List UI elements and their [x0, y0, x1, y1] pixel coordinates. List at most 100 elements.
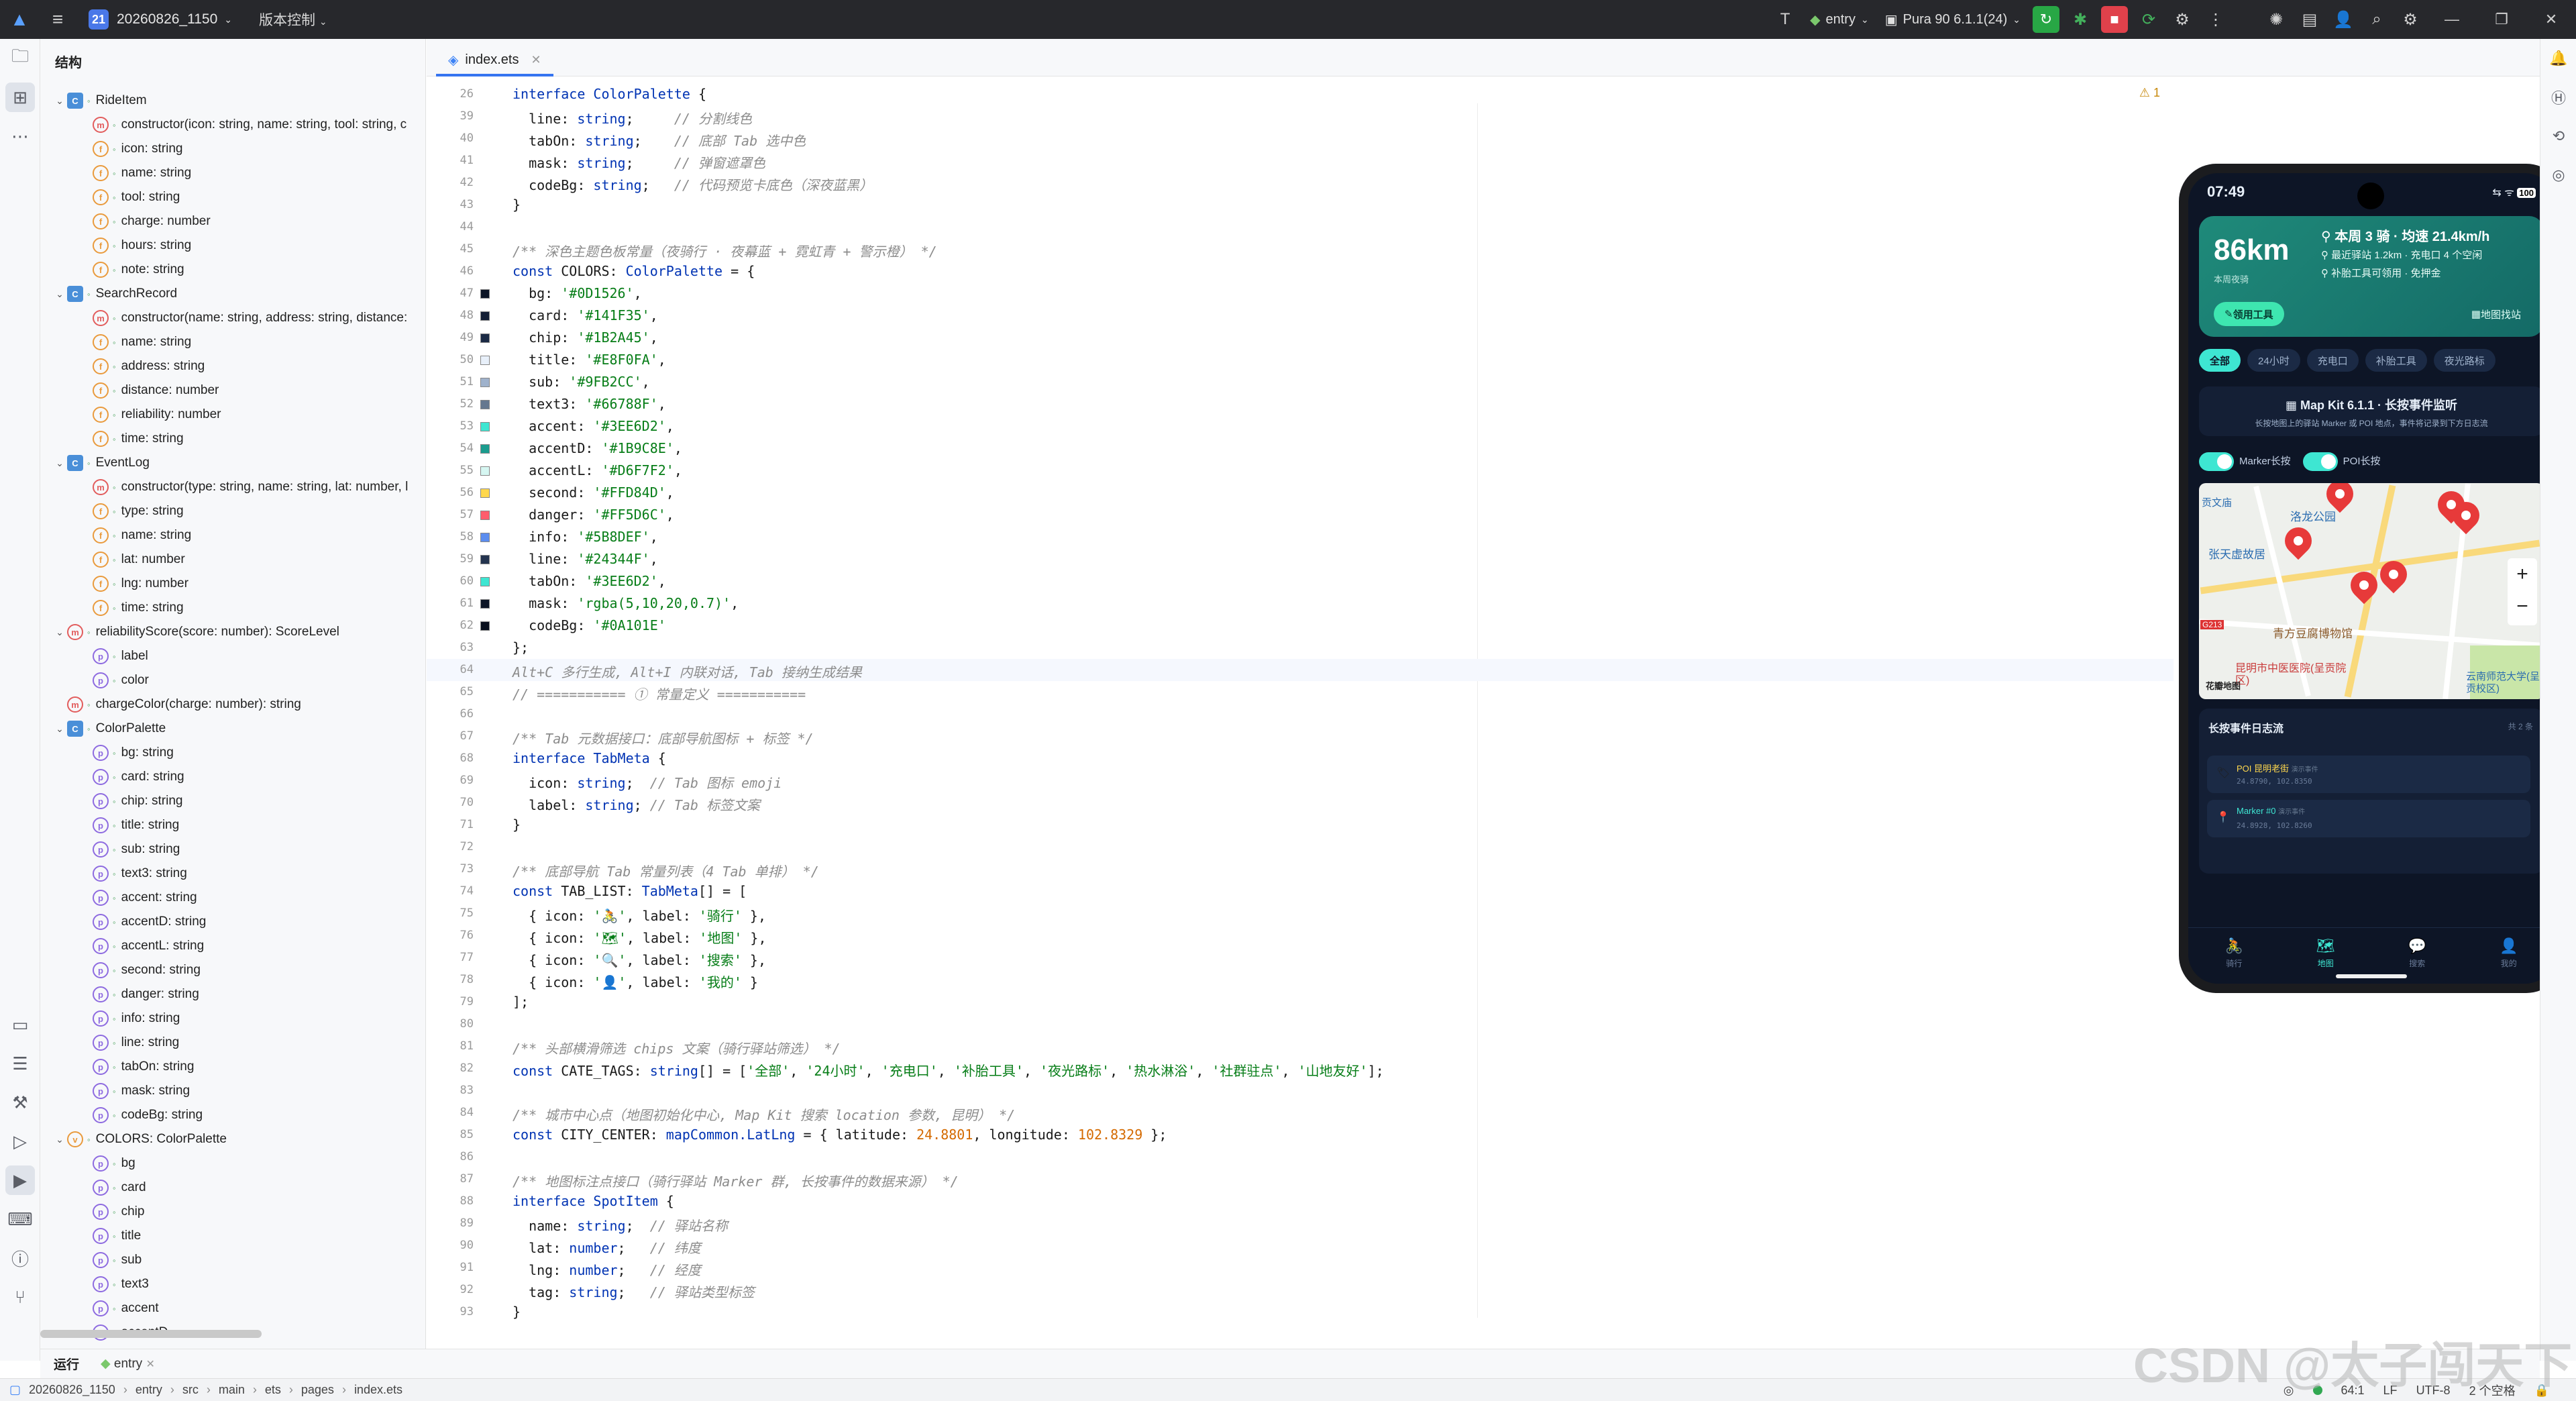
debug-icon[interactable]: ✱ [2063, 0, 2097, 39]
tree-item[interactable]: p ◦ title: string [40, 813, 416, 837]
color-swatch-icon[interactable] [480, 333, 490, 343]
breadcrumb-item[interactable]: main [219, 1383, 245, 1396]
tree-item[interactable]: m ◦ constructor(type: string, name: string… [40, 475, 416, 499]
color-swatch-icon[interactable] [480, 533, 490, 542]
tree-item[interactable]: f ◦ icon: string [40, 137, 416, 161]
tree-item[interactable]: p ◦ chip: string [40, 789, 416, 813]
color-swatch-icon[interactable] [480, 356, 490, 365]
rerun-icon[interactable]: ↻ [2033, 6, 2059, 33]
color-swatch-icon[interactable] [480, 488, 490, 498]
warning-indicator[interactable]: ⚠ 1 [2139, 86, 2160, 100]
device-selector[interactable]: ▣ Pura 90 6.1.1(24) ⌄ [1877, 6, 2029, 33]
problems-icon[interactable]: ☰ [0, 1044, 40, 1083]
borrow-tool-button[interactable]: ✎ 领用工具 [2214, 302, 2284, 326]
poi-longpress-toggle[interactable]: POI长按 [2302, 452, 2381, 471]
tree-item[interactable]: p ◦ mask: string [40, 1079, 416, 1103]
tree-item[interactable]: p ◦ accent: string [40, 886, 416, 910]
tree-item[interactable]: f ◦ charge: number [40, 209, 416, 234]
vcs-menu[interactable]: 版本控制 ⌄ [259, 9, 327, 30]
project-selector[interactable]: 21 20260826_1150 ⌄ [80, 6, 240, 33]
terminal-icon[interactable]: ⌨ [0, 1200, 40, 1239]
tree-item[interactable]: m ◦ constructor(icon: string, name: string… [40, 113, 416, 137]
tree-item[interactable]: ⌄ m ◦ reliabilityScore(score: number): Scor… [40, 620, 416, 644]
tree-item[interactable]: f ◦ address: string [40, 354, 416, 378]
ai-assistant-icon[interactable]: ✺ [2259, 0, 2293, 39]
color-swatch-icon[interactable] [480, 422, 490, 431]
code-editor[interactable]: ⚠ 1 26 interface ColorPalette {39 line: s… [427, 76, 2174, 1361]
tree-item[interactable]: p ◦ line: string [40, 1031, 416, 1055]
marker-longpress-toggle[interactable]: Marker长按 [2199, 452, 2291, 471]
account-icon[interactable]: 👤 [2326, 0, 2360, 39]
more-icon[interactable]: ⋮ [2199, 0, 2233, 39]
settings-gear-icon[interactable]: ⚙ [2394, 0, 2427, 39]
close-icon[interactable]: ✕ [146, 1359, 154, 1370]
map-view[interactable]: 洛龙公园 张天虚故居 青方豆腐博物馆 昆明市中医医院(呈贡院区) 云南师范大学(… [2199, 483, 2544, 699]
tree-item[interactable]: f ◦ note: string [40, 258, 416, 282]
device-sync-icon[interactable]: ⟲ [2540, 117, 2576, 156]
profiler-icon[interactable]: ⚙ [2165, 0, 2199, 39]
harmony-icon[interactable]: Ⓗ [2540, 78, 2576, 117]
chevron-down-icon[interactable]: ⌄ [52, 95, 67, 107]
color-swatch-icon[interactable] [480, 621, 490, 631]
run-active-icon[interactable]: ▶ [5, 1165, 35, 1195]
list-item[interactable]: 📍 Marker #0 演示事件 24.8928, 102.8260 [2207, 800, 2530, 837]
tree-item[interactable]: f ◦ time: string [40, 427, 416, 451]
tree-item[interactable]: p ◦ text3: string [40, 862, 416, 886]
toggle-switch[interactable] [2302, 452, 2338, 471]
tree-item[interactable]: p ◦ bg [40, 1151, 416, 1176]
toggle-switch[interactable] [2199, 452, 2234, 471]
entry-run-tab[interactable]: ◆ entry ✕ [93, 1356, 163, 1371]
tree-item[interactable]: f ◦ hours: string [40, 234, 416, 258]
chevron-down-icon[interactable]: ⌄ [52, 627, 67, 638]
structure-horizontal-scrollbar[interactable] [40, 1330, 262, 1338]
breadcrumb-item[interactable]: ets [265, 1383, 281, 1396]
tree-item[interactable]: ⌄ C ◦ ColorPalette [40, 717, 416, 741]
color-swatch-icon[interactable] [480, 555, 490, 564]
text-tool-icon[interactable]: T [1768, 0, 1802, 39]
tree-item[interactable]: f ◦ lat: number [40, 548, 416, 572]
list-item[interactable]: 🏷 POI 昆明老街 演示事件 24.8790, 102.8350 [2207, 756, 2530, 793]
close-tab-icon[interactable]: ✕ [531, 53, 541, 67]
filter-chip[interactable]: 充电口 [2306, 349, 2359, 372]
breadcrumb-item[interactable]: index.ets [354, 1383, 402, 1396]
tree-item[interactable]: p ◦ color [40, 668, 416, 692]
maximize-icon[interactable]: ❐ [2477, 0, 2526, 39]
tree-item[interactable]: p ◦ sub [40, 1248, 416, 1272]
tree-item[interactable]: p ◦ bg: string [40, 741, 416, 765]
tree-item[interactable]: p ◦ accentL: string [40, 934, 416, 958]
tree-item[interactable]: p ◦ sub: string [40, 837, 416, 862]
zoom-in-icon[interactable]: + [2508, 558, 2537, 590]
tree-item[interactable]: f ◦ type: string [40, 499, 416, 523]
color-swatch-icon[interactable] [480, 599, 490, 609]
tree-item[interactable]: f ◦ name: string [40, 161, 416, 185]
tree-item[interactable]: p ◦ tabOn: string [40, 1055, 416, 1079]
project-folder-icon[interactable]: 🗀 [0, 39, 40, 78]
tree-item[interactable]: f ◦ distance: number [40, 378, 416, 403]
run-icon[interactable]: ▷ [0, 1122, 40, 1161]
tree-item[interactable]: p ◦ card [40, 1176, 416, 1200]
tree-item[interactable]: p ◦ card: string [40, 765, 416, 789]
color-swatch-icon[interactable] [480, 444, 490, 454]
stop-icon[interactable]: ■ [2101, 6, 2128, 33]
tree-item[interactable]: f ◦ name: string [40, 330, 416, 354]
tree-item[interactable]: p ◦ title [40, 1224, 416, 1248]
apply-changes-icon[interactable]: ⟳ [2132, 0, 2165, 39]
chevron-down-icon[interactable]: ⌄ [52, 458, 67, 469]
module-selector[interactable]: ◆ entry ⌄ [1802, 6, 1877, 33]
filter-chip[interactable]: 24小时 [2247, 349, 2300, 372]
tree-item[interactable]: ⌄ C ◦ SearchRecord [40, 282, 416, 306]
tree-item[interactable]: p ◦ chip [40, 1200, 416, 1224]
color-swatch-icon[interactable] [480, 311, 490, 321]
find-station-button[interactable]: ▦ 地图找站 [2462, 302, 2530, 326]
color-swatch-icon[interactable] [480, 400, 490, 409]
color-swatch-icon[interactable] [480, 378, 490, 387]
tree-item[interactable]: f ◦ tool: string [40, 185, 416, 209]
tree-item[interactable]: p ◦ accent [40, 1296, 416, 1320]
color-swatch-icon[interactable] [480, 289, 490, 299]
breadcrumb-item[interactable]: pages [301, 1383, 334, 1396]
tree-item[interactable]: p ◦ codeBg: string [40, 1103, 416, 1127]
filter-chip[interactable]: 全部 [2199, 349, 2241, 372]
tree-item[interactable]: ⌄ C ◦ EventLog [40, 451, 416, 475]
minimize-icon[interactable]: — [2427, 0, 2477, 39]
tree-item[interactable]: m ◦ constructor(name: string, address: str… [40, 306, 416, 330]
